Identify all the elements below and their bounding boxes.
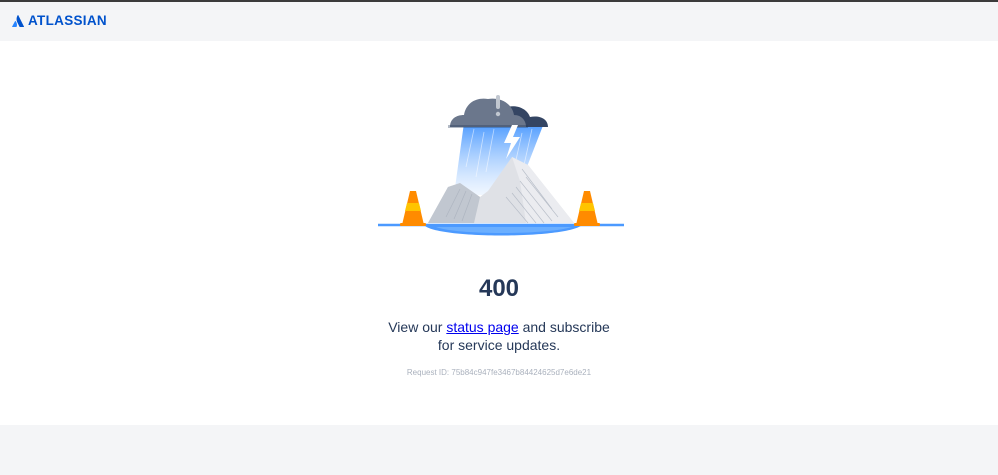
traffic-cone-left-icon xyxy=(400,191,426,226)
status-page-link[interactable]: status page xyxy=(446,319,518,335)
message-prefix: View our xyxy=(388,319,447,335)
error-message: View our status page and subscribe for s… xyxy=(379,318,619,354)
request-id: Request ID: 75b84c947fe3467b84424625d7e6… xyxy=(406,368,592,377)
atlassian-logo-link[interactable]: ATLASSIAN xyxy=(12,13,107,29)
storm-illustration xyxy=(378,95,624,236)
footer xyxy=(0,425,998,475)
error-content: 400 View our status page and subscribe f… xyxy=(0,41,998,425)
atlassian-triangle-icon xyxy=(12,15,24,27)
header: ATLASSIAN xyxy=(0,2,998,41)
traffic-cone-right-icon xyxy=(574,191,600,226)
error-code: 400 xyxy=(478,275,520,302)
logo-wordmark: ATLASSIAN xyxy=(28,13,107,28)
